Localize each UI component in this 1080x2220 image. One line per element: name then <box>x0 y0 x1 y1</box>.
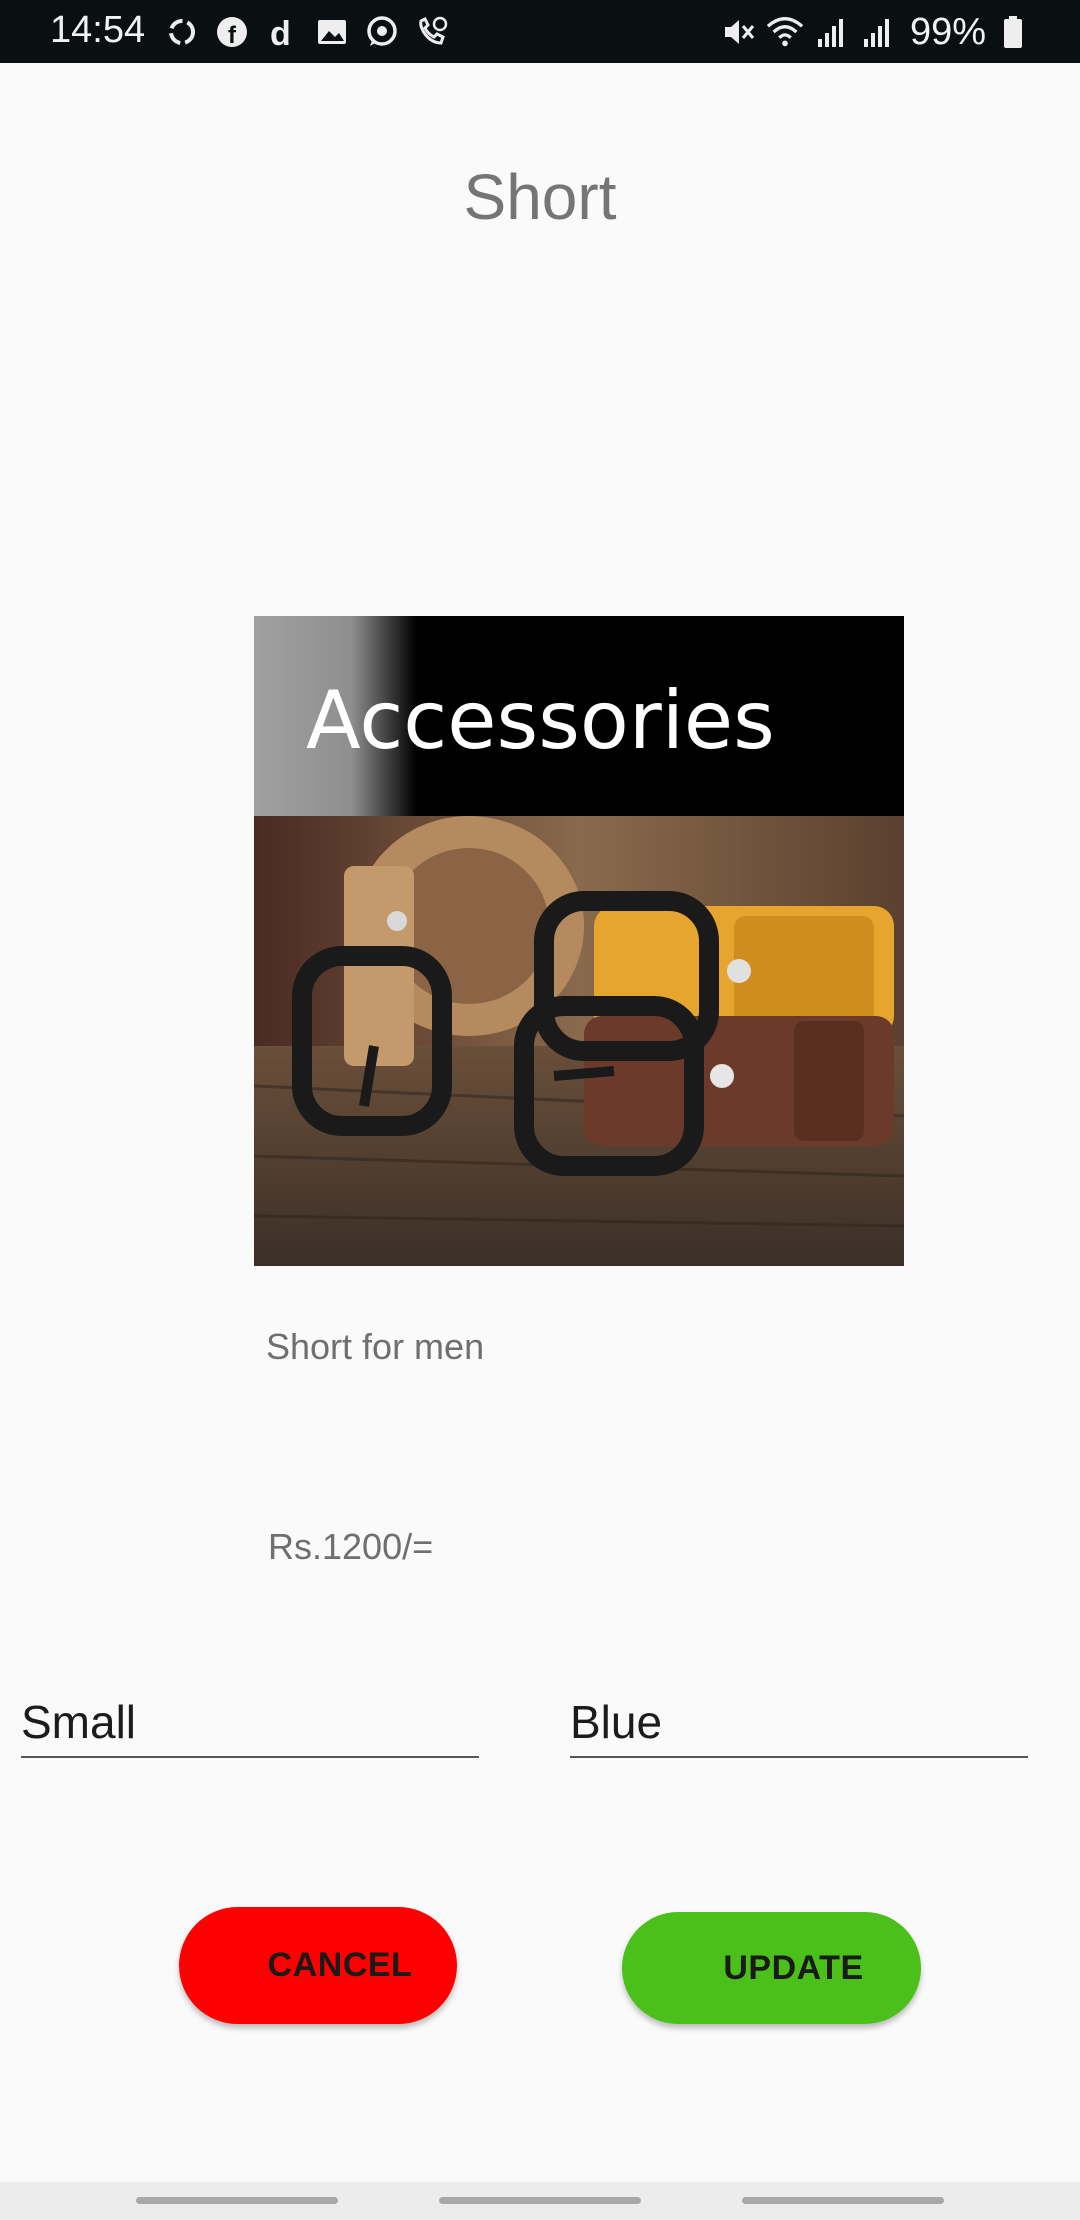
svg-text:f: f <box>228 22 237 49</box>
signal-icon <box>858 13 896 51</box>
product-image: Accessories <box>254 616 904 1266</box>
nav-gesture-hint[interactable] <box>136 2197 338 2204</box>
update-button[interactable]: UPDATE <box>622 1912 921 2024</box>
signal-icon <box>812 13 850 51</box>
whatsapp-icon <box>363 13 401 51</box>
color-input[interactable] <box>570 1688 1028 1756</box>
image-caption: Accessories <box>306 674 775 767</box>
battery-icon <box>994 13 1032 51</box>
battery-percent: 99% <box>909 10 986 53</box>
cancel-button[interactable]: CANCEL <box>179 1907 457 2024</box>
nav-gesture-hint[interactable] <box>439 2197 641 2204</box>
status-time: 14:54 <box>50 9 146 51</box>
d-app-icon: d <box>263 13 301 51</box>
svg-text:d: d <box>270 15 291 49</box>
facebook-icon: f <box>213 13 251 51</box>
nav-gesture-hint[interactable] <box>742 2197 944 2204</box>
missed-call-icon <box>413 13 451 51</box>
navigation-bar <box>0 2182 1080 2220</box>
product-description: Short for men <box>266 1326 485 1367</box>
mute-icon <box>720 13 758 51</box>
color-field[interactable] <box>570 1688 1028 1758</box>
page-title: Short <box>463 161 617 233</box>
sync-icon <box>163 13 201 51</box>
status-bar: 14:54 f d 99% <box>0 0 1080 63</box>
wifi-icon <box>766 13 804 51</box>
system-icons: 99% <box>720 10 1032 54</box>
product-price: Rs.1200/= <box>268 1526 434 1567</box>
size-field[interactable] <box>21 1688 479 1758</box>
size-input[interactable] <box>21 1688 479 1756</box>
notification-icons: f d <box>163 12 451 52</box>
gallery-icon <box>313 13 351 51</box>
